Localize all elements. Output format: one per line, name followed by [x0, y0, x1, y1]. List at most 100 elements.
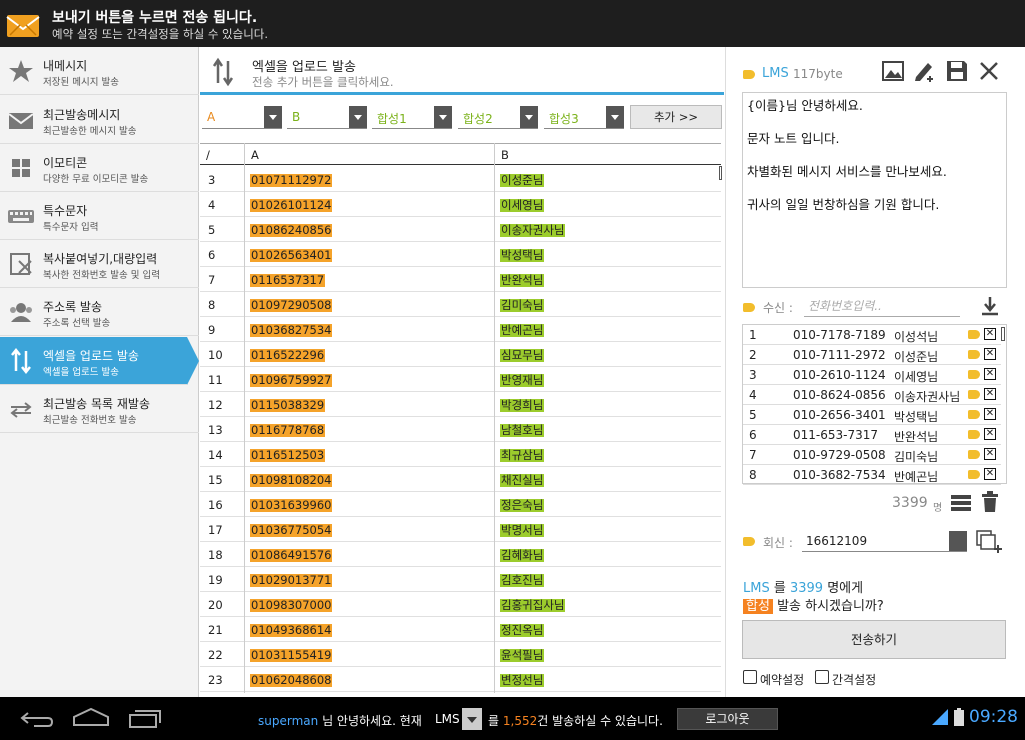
table-row[interactable]: 21 01049368614 정진옥님 [200, 617, 721, 642]
list-icon[interactable] [951, 494, 971, 512]
tag-icon[interactable] [968, 350, 980, 359]
remove-icon[interactable]: ✕ [984, 428, 996, 440]
column-select-b[interactable]: B [287, 105, 367, 129]
scrollbar[interactable] [719, 166, 722, 180]
table-row[interactable]: 12 0115038329 박경희님 [200, 392, 721, 417]
list-item[interactable]: 5 010-2656-3401 박성택님 ✕ [743, 405, 1001, 425]
row-index: 13 [208, 423, 223, 437]
recent-apps-icon[interactable] [128, 707, 164, 729]
column-header-a: A [244, 143, 494, 165]
row-index: 23 [208, 673, 223, 687]
table-row[interactable]: 22 01031155419 윤석필님 [200, 642, 721, 667]
interval-label: 간격설정 [832, 673, 877, 687]
table-row[interactable]: 8 01097290508 김미숙님 [200, 292, 721, 317]
table-row[interactable]: 3 01071112972 이성준님 [200, 167, 721, 192]
list-item[interactable]: 3 010-2610-1124 이세영님 ✕ [743, 365, 1001, 385]
table-row[interactable]: 18 01086491576 김혜화님 [200, 542, 721, 567]
phone-input[interactable]: 전화번호입력.. [804, 297, 960, 317]
active-pointer [187, 337, 199, 385]
table-row[interactable]: 15 01098108204 채진실님 [200, 467, 721, 492]
tag-icon[interactable] [968, 390, 980, 399]
remove-icon[interactable]: ✕ [984, 448, 996, 460]
table-row[interactable]: 23 01062048608 변정선님 [200, 667, 721, 692]
image-icon[interactable] [882, 60, 904, 82]
tag-icon[interactable] [968, 330, 980, 339]
recipient-phone: 011-653-7317 [793, 428, 879, 442]
merge-select-2[interactable]: 합성2 [458, 105, 538, 129]
add-number-icon[interactable] [976, 529, 1004, 553]
table-row[interactable]: 14 0116512503 최규삼님 [200, 442, 721, 467]
cell-a: 01036775054 [250, 523, 333, 537]
trash-icon[interactable] [981, 491, 999, 513]
remove-icon[interactable]: ✕ [984, 388, 996, 400]
tag-icon[interactable] [968, 450, 980, 459]
sidebar-item-special-chars[interactable]: 특수문자 특수문자 입력 [0, 192, 199, 240]
table-row[interactable]: 10 0116522296 심묘무님 [200, 342, 721, 367]
message-textarea[interactable]: {이름}님 안녕하세요. 문자 노트 입니다. 차별화된 메시지 서비스를 만나… [742, 92, 1007, 288]
recipient-index: 6 [749, 428, 757, 442]
table-row[interactable]: 11 01096759927 반영재님 [200, 367, 721, 392]
list-item[interactable]: 4 010-8624-0856 이송자권사님 ✕ [743, 385, 1001, 405]
table-row[interactable]: 7 0116537317 반완석님 [200, 267, 721, 292]
scrollbar[interactable] [1001, 327, 1005, 341]
sidebar-item-paste[interactable]: 복사붙여넣기,대량입력 복사한 전화번호 발송 및 입력 [0, 240, 199, 288]
type-dropdown[interactable] [462, 708, 482, 730]
merge-select-1[interactable]: 합성1 [372, 105, 452, 129]
sidebar-item-my-messages[interactable]: 내메시지 저장된 메시지 발송 [0, 47, 199, 95]
remove-icon[interactable]: ✕ [984, 328, 996, 340]
list-item[interactable]: 2 010-7111-2972 이성준님 ✕ [743, 345, 1001, 365]
add-button[interactable]: 추가 >> [630, 105, 722, 129]
table-row[interactable]: 17 01036775054 박명서님 [200, 517, 721, 542]
table-row[interactable]: 9 01036827534 반예곤님 [200, 317, 721, 342]
remove-icon[interactable]: ✕ [984, 368, 996, 380]
battery-icon [954, 708, 964, 726]
close-icon[interactable] [978, 60, 1000, 82]
reserve-checkbox[interactable] [743, 670, 757, 684]
table-row[interactable]: 16 01031639960 정은숙님 [200, 492, 721, 517]
cell-a: 0116512503 [250, 448, 326, 462]
logout-button[interactable]: 로그아웃 [677, 708, 778, 730]
table-row[interactable]: 20 01098307000 김홍귀집사님 [200, 592, 721, 617]
table-row[interactable]: 6 01026563401 박성택님 [200, 242, 721, 267]
remove-icon[interactable]: ✕ [984, 348, 996, 360]
cell-b: 심묘무님 [500, 348, 545, 362]
merge-select-3[interactable]: 합성3 [544, 105, 624, 129]
remove-icon[interactable]: ✕ [984, 468, 996, 480]
remove-icon[interactable]: ✕ [984, 408, 996, 420]
tag-icon[interactable] [968, 470, 980, 479]
sidebar-item-excel-upload[interactable]: 엑셀을 업로드 발송 엑셀을 업로드 발송 [0, 337, 199, 385]
tag-icon[interactable] [968, 410, 980, 419]
table-row[interactable]: 5 01086240856 이송자권사님 [200, 217, 721, 242]
save-icon[interactable] [945, 59, 969, 83]
list-item[interactable]: 6 011-653-7317 반완석님 ✕ [743, 425, 1001, 445]
sidebar-item-resend[interactable]: 최근발송 목록 재발송 최근발송 전화번호 발송 [0, 385, 199, 433]
row-index: 21 [208, 623, 223, 637]
back-icon[interactable] [20, 709, 54, 729]
reply-number-select[interactable]: 16612109 [802, 530, 967, 552]
sidebar-item-sub: 주소록 선택 발송 [43, 318, 111, 329]
sidebar-item-recent-messages[interactable]: 최근발송메시지 최근발송한 메시지 발송 [0, 96, 199, 144]
list-item[interactable]: 7 010-9729-0508 김미숙님 ✕ [743, 445, 1001, 465]
row-index: 12 [208, 398, 223, 412]
sidebar-item-address-book[interactable]: 주소록 발송 주소록 선택 발송 [0, 288, 199, 336]
table-row[interactable]: 19 01029013771 김호진님 [200, 567, 721, 592]
sidebar-item-emoticon[interactable]: 이모티콘 다양한 무료 이모티콘 발송 [0, 144, 199, 192]
interval-checkbox[interactable] [815, 670, 829, 684]
table-row[interactable]: 13 0116778768 남철호님 [200, 417, 721, 442]
list-item[interactable]: 8 010-3682-7534 반예곤님 ✕ [743, 465, 1001, 485]
list-item[interactable]: 1 010-7178-7189 이성석님 ✕ [743, 325, 1001, 345]
sidebar-item-label: 이모티콘 [43, 156, 88, 170]
home-icon[interactable] [72, 707, 110, 727]
tag-icon[interactable] [968, 430, 980, 439]
recipient-phone: 010-3682-7534 [793, 468, 886, 482]
download-icon[interactable] [979, 295, 1001, 317]
status-message: superman 님 안녕하세요. 현재 [258, 714, 422, 728]
sidebar-item-sub: 최근발송한 메시지 발송 [43, 126, 137, 137]
tag-icon[interactable] [968, 370, 980, 379]
send-button[interactable]: 전송하기 [742, 620, 1006, 659]
sidebar-item-label: 특수문자 [43, 204, 88, 218]
edit-icon[interactable] [913, 60, 937, 82]
column-select-a[interactable]: A [202, 105, 282, 129]
table-row[interactable]: 4 01026101124 이세영님 [200, 192, 721, 217]
row-index: 11 [208, 373, 223, 387]
